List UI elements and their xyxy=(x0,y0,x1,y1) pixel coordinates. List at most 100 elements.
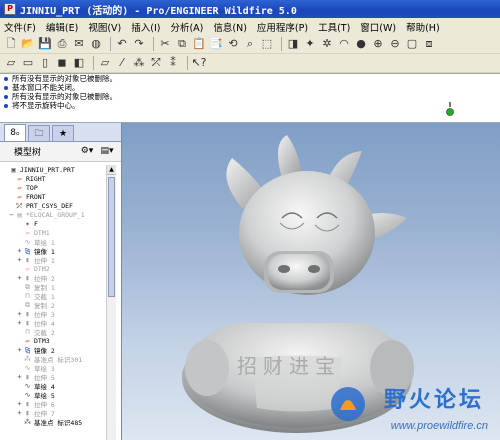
menu-analysis[interactable]: 分析(A) xyxy=(170,20,203,34)
menu-applications[interactable]: 应用程序(P) xyxy=(257,20,308,34)
wireframe-icon[interactable]: ▱ xyxy=(4,56,18,70)
tree-settings-icon[interactable]: ⚙▾ xyxy=(77,145,97,158)
shading-icon[interactable]: ● xyxy=(354,37,368,51)
spin-center-icon[interactable]: ✲ xyxy=(320,37,334,51)
tree-scrollbar[interactable]: ▲ xyxy=(106,165,116,440)
toolbar-separator xyxy=(110,37,111,51)
datum-plane-icon: ▱ xyxy=(25,228,30,237)
print-icon[interactable]: ⎙ xyxy=(55,37,69,51)
intersect-icon: ⊓ xyxy=(25,291,30,300)
menu-bar: 文件(F) 编辑(E) 视图(V) 插入(I) 分析(A) 信息(N) 应用程序… xyxy=(0,18,500,35)
tree-item[interactable]: ⊓ 交截 2 xyxy=(0,327,106,337)
redo-icon[interactable]: ↷ xyxy=(132,37,146,51)
tree-item-label: FRONT xyxy=(26,192,46,201)
message-bullet-icon xyxy=(4,94,8,99)
extrude-icon: ▮ xyxy=(25,408,30,417)
web-icon[interactable]: ◍ xyxy=(89,37,103,51)
enhanced-realism-icon[interactable]: ◧ xyxy=(72,56,86,70)
tab-model-tree-icon[interactable]: 8ₒ xyxy=(4,124,26,141)
menu-tools[interactable]: 工具(T) xyxy=(318,20,350,34)
expand-toggle-icon[interactable]: + xyxy=(16,319,23,327)
paste-special-icon[interactable]: 📑 xyxy=(209,37,223,51)
tab-folder-browser-icon[interactable]: 🗀 xyxy=(28,125,50,141)
tree-item[interactable]: ▣ JINNIU_PRT.PRT xyxy=(0,165,106,174)
menu-view[interactable]: 视图(V) xyxy=(88,20,121,34)
paste-icon[interactable]: 📋 xyxy=(192,37,206,51)
forum-logo-icon xyxy=(331,387,365,421)
tree-item[interactable]: ▱ RIGHT xyxy=(0,174,106,183)
shaded-icon[interactable]: ◼ xyxy=(55,56,69,70)
refit-icon[interactable]: ▢ xyxy=(405,37,419,51)
extrude-icon: ▮ xyxy=(25,255,30,264)
toolbar-separator xyxy=(93,56,94,70)
expand-toggle-icon[interactable]: + xyxy=(16,409,23,417)
expand-toggle-icon[interactable]: + xyxy=(16,256,23,264)
saved-views-icon[interactable]: ⧈ xyxy=(422,37,436,51)
expand-toggle-icon[interactable]: + xyxy=(16,274,23,282)
menu-window[interactable]: 窗口(W) xyxy=(360,20,396,34)
graphics-window[interactable]: 招财进宝 野火论坛 www.proewildfire.cn xyxy=(122,123,500,440)
datum-axes-icon[interactable]: ⁄ xyxy=(115,56,129,70)
chest-text: 招财进宝 xyxy=(237,354,341,378)
menu-help[interactable]: 帮助(H) xyxy=(406,20,440,34)
tree-show-icon[interactable]: ▤▾ xyxy=(97,145,117,158)
open-folder-icon[interactable]: 📂 xyxy=(21,37,35,51)
coordinate-systems-icon[interactable]: ⤱ xyxy=(149,56,163,70)
sketch-icon: ∿ xyxy=(24,390,31,399)
menu-file[interactable]: 文件(F) xyxy=(4,20,36,34)
select-box-icon[interactable]: ⬚ xyxy=(260,37,274,51)
find-icon[interactable]: ⌕ xyxy=(243,37,257,51)
datum-display-icon[interactable]: ✦ xyxy=(303,37,317,51)
expand-toggle-icon[interactable]: + xyxy=(16,400,23,408)
forum-watermark: 野火论坛 www.proewildfire.cn xyxy=(326,378,496,438)
main-toolbar: 🗋 📂 💾 ⎙ ✉ ◍ ↶ ↷ ✂ ⧉ 📋 📑 ⟲ ⌕ ⬚ ◨ ✦ ✲ ◠ ● … xyxy=(0,35,500,54)
datum-plane-icon: ▱ xyxy=(25,264,30,273)
no-hidden-icon[interactable]: ▯ xyxy=(38,56,52,70)
tree-item[interactable]: ▱ TOP xyxy=(0,183,106,192)
tab-favorites-icon[interactable]: ★ xyxy=(52,125,74,141)
zoom-out-icon[interactable]: ⊖ xyxy=(388,37,402,51)
expand-toggle-icon[interactable]: + xyxy=(16,346,23,354)
zoom-in-icon[interactable]: ⊕ xyxy=(371,37,385,51)
status-light-icon[interactable] xyxy=(446,102,454,118)
tree-item[interactable]: − ▤ *ELOCAL_GROUP_1 xyxy=(0,210,106,219)
orient-icon[interactable]: ◠ xyxy=(337,37,351,51)
tree-item-label: TOP xyxy=(26,183,38,192)
cut-icon[interactable]: ✂ xyxy=(158,37,172,51)
scroll-up-icon[interactable]: ▲ xyxy=(107,165,116,175)
expand-toggle-icon[interactable]: + xyxy=(16,247,23,255)
tree-item[interactable]: ▱ FRONT xyxy=(0,192,106,201)
group-icon: ▤ xyxy=(17,210,22,219)
extrude-icon: ▮ xyxy=(25,372,30,381)
datum-planes-icon[interactable]: ⏥ xyxy=(98,56,112,70)
cow-head xyxy=(239,171,375,295)
copy-icon[interactable]: ⧉ xyxy=(175,37,189,51)
datum-point-icon: ⁂ xyxy=(24,417,31,426)
scroll-thumb[interactable] xyxy=(108,177,115,297)
new-file-icon[interactable]: 🗋 xyxy=(4,37,18,51)
tree-item[interactable]: + ▮ 拉伸 1 xyxy=(0,255,106,265)
datum-points-icon[interactable]: ⁂ xyxy=(132,56,146,70)
display-style-icon[interactable]: ◨ xyxy=(286,37,300,51)
annotations-icon[interactable]: ⁑ xyxy=(166,56,180,70)
expand-toggle-icon[interactable]: + xyxy=(16,310,23,318)
menu-edit[interactable]: 编辑(E) xyxy=(46,20,78,34)
copy-icon: ⧉ xyxy=(25,300,30,309)
menu-insert[interactable]: 插入(I) xyxy=(131,20,160,34)
expand-toggle-icon[interactable]: + xyxy=(16,373,23,381)
save-icon[interactable]: 💾 xyxy=(38,37,52,51)
undo-icon[interactable]: ↶ xyxy=(115,37,129,51)
message-text: 将不显示旋转中心。 xyxy=(12,101,80,110)
send-mail-icon[interactable]: ✉ xyxy=(72,37,86,51)
tree-item[interactable]: ⤱ PRT_CSYS_DEF xyxy=(0,201,106,210)
regenerate-icon[interactable]: ⟲ xyxy=(226,37,240,51)
navigator-tabs: 8ₒ 🗀 ★ xyxy=(0,123,121,142)
menu-info[interactable]: 信息(N) xyxy=(213,20,247,34)
tree-item[interactable]: ✶ F xyxy=(0,219,106,228)
tree-item[interactable]: ⁂ 基准点 标识485 xyxy=(0,417,106,427)
expand-toggle-icon[interactable]: − xyxy=(8,211,15,219)
message-bullet-icon xyxy=(4,103,8,108)
hidden-line-icon[interactable]: ▭ xyxy=(21,56,35,70)
context-help-icon[interactable]: ↖? xyxy=(191,56,206,70)
sketch-icon: ∿ xyxy=(24,381,31,390)
